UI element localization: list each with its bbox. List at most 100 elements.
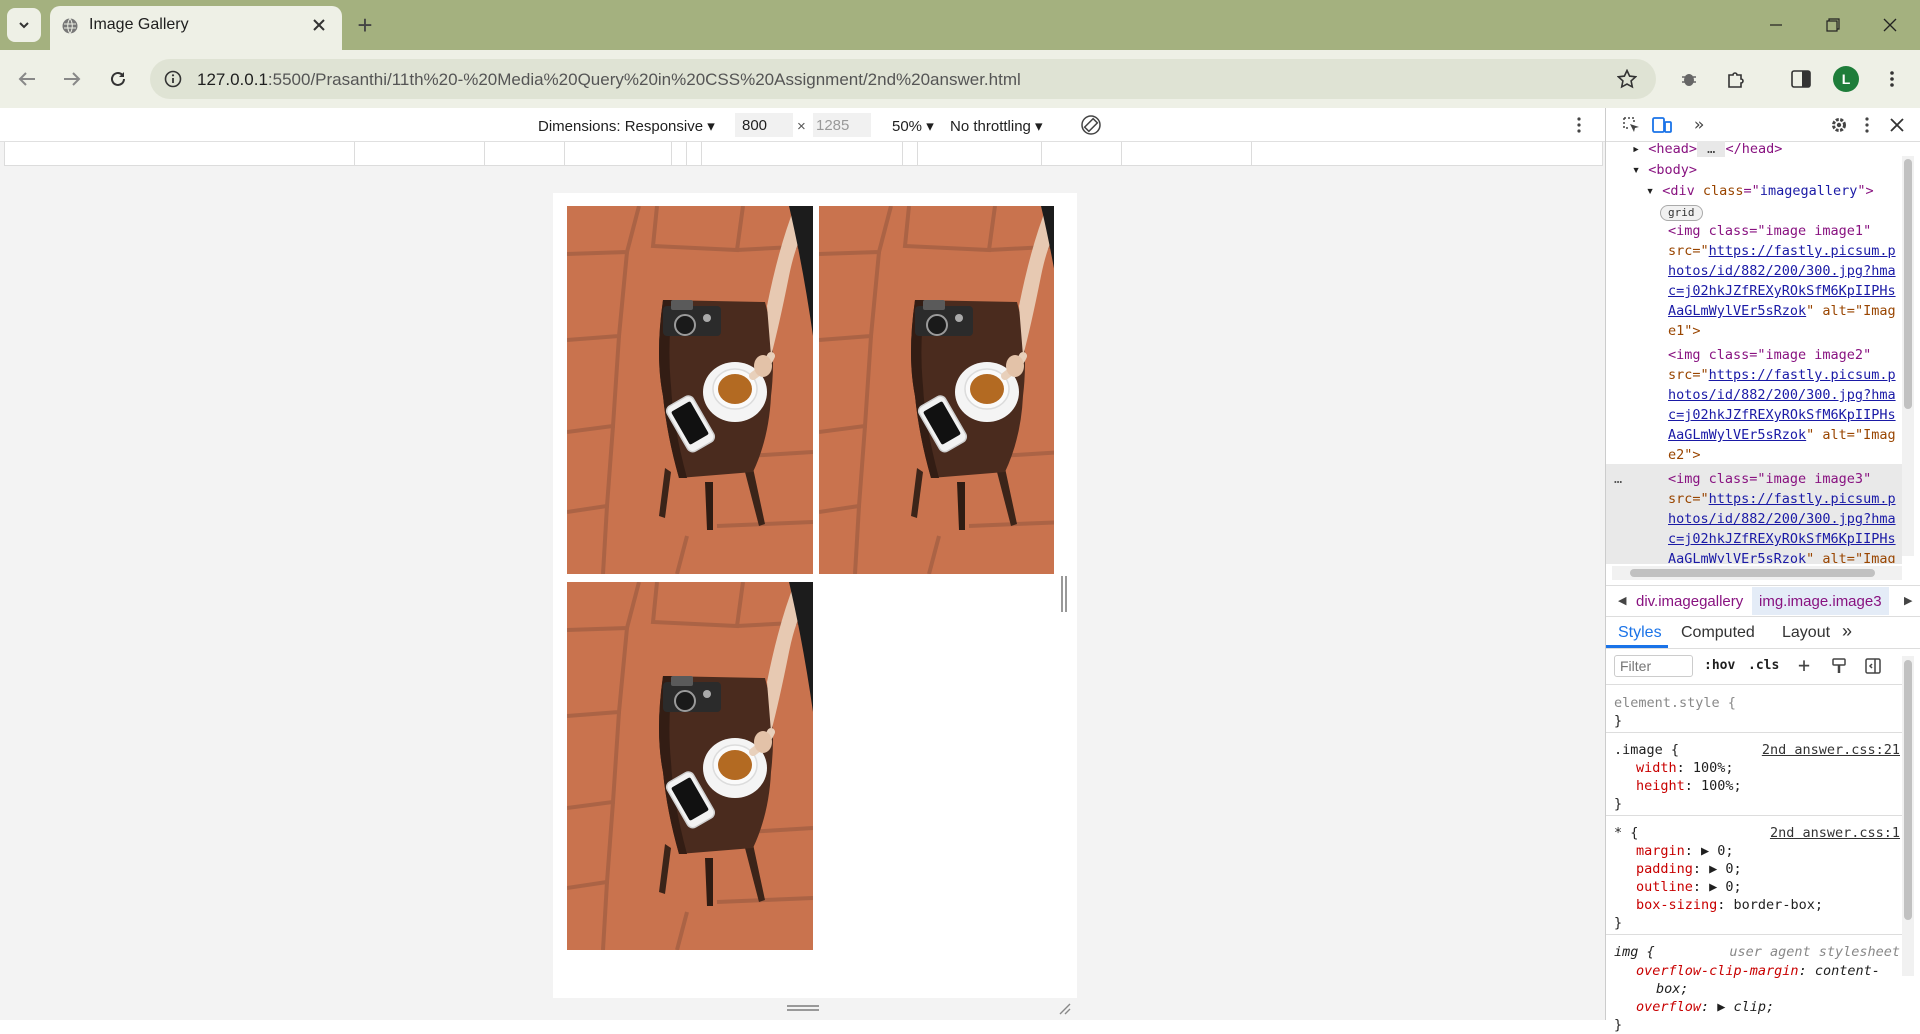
cls-toggle[interactable]: .cls: [1748, 658, 1779, 673]
prop-outline[interactable]: outline: ▶ 0;: [1636, 878, 1742, 896]
img3-src-link[interactable]: https://fastly.picsum.p: [1709, 491, 1896, 507]
prop-margin[interactable]: margin: ▶ 0;: [1636, 842, 1734, 860]
back-icon[interactable]: [12, 66, 42, 92]
img3-src-link-2[interactable]: hotos/id/882/200/300.jpg?hma: [1668, 509, 1896, 529]
img3-src-link-4[interactable]: AaGLmWylVEr5sRzok: [1668, 551, 1806, 563]
close-window-icon[interactable]: [1870, 12, 1910, 38]
height-input[interactable]: 1285: [816, 117, 849, 134]
img1-alt-end: e1">: [1668, 323, 1701, 339]
breadcrumb-left-icon[interactable]: ◀: [1618, 594, 1626, 607]
dimensions-label: Dimensions: Responsive: [538, 118, 704, 135]
elements-vertical-scrollbar[interactable]: [1902, 156, 1914, 556]
prop-padding[interactable]: padding: ▶ 0;: [1636, 860, 1742, 878]
styles-filter-input[interactable]: [1614, 655, 1693, 677]
paint-brush-icon[interactable]: [1829, 656, 1849, 676]
new-style-rule-icon[interactable]: +: [1798, 653, 1810, 677]
toggle-sidebar-icon[interactable]: [1863, 656, 1883, 676]
reload-icon[interactable]: [103, 66, 133, 92]
rule-img-selector[interactable]: img {: [1614, 943, 1655, 961]
rotate-icon[interactable]: [1078, 113, 1104, 137]
prop-width-value: 100%;: [1692, 760, 1734, 776]
prop-width-name: width: [1636, 760, 1677, 776]
restore-icon[interactable]: [1813, 12, 1853, 38]
url-text[interactable]: 127.0.0.1:5500/Prasanthi/11th%20-%20Medi…: [197, 70, 1021, 90]
more-panels-icon[interactable]: »: [1688, 114, 1710, 136]
div-tag: <div: [1662, 183, 1703, 199]
site-info-icon[interactable]: [160, 66, 186, 92]
dimensions-dropdown[interactable]: Dimensions: Responsive ▾: [538, 117, 715, 135]
prop-box-sizing[interactable]: box-sizing: border-box;: [1636, 896, 1823, 914]
rule-universal-source[interactable]: 2nd answer.css:1: [1770, 824, 1900, 842]
forward-icon[interactable]: [57, 66, 87, 92]
width-input[interactable]: 800: [742, 117, 767, 134]
prop-height-value: 100%;: [1701, 778, 1742, 794]
tab-styles[interactable]: Styles: [1618, 624, 1662, 642]
prop-width[interactable]: width: 100%;: [1636, 759, 1734, 777]
imagegallery-node[interactable]: ▾ <div class="imagegallery">: [1646, 181, 1874, 201]
extensions-puzzle-icon[interactable]: [1722, 66, 1750, 92]
profile-avatar[interactable]: L: [1833, 66, 1859, 92]
extension-bug-icon[interactable]: [1675, 66, 1703, 92]
chevron-down-icon: [19, 22, 29, 29]
prop-overflow-value: ▶ clip;: [1717, 999, 1775, 1015]
breadcrumb-item-image3[interactable]: img.image.image3: [1752, 587, 1889, 615]
body-open-tag: <body>: [1648, 162, 1698, 178]
settings-gear-icon[interactable]: [1828, 114, 1850, 136]
device-more-icon[interactable]: [1572, 113, 1586, 137]
img1-src-link-3[interactable]: c=j02hkJZfREXyROkSfM6KpIIPHs: [1668, 281, 1896, 301]
body-node[interactable]: ▾ <body>: [1632, 160, 1697, 180]
devtools-menu-icon[interactable]: [1858, 114, 1876, 136]
rule-universal-selector[interactable]: * {: [1614, 824, 1638, 842]
styles-vertical-scrollbar[interactable]: [1902, 656, 1914, 976]
prop-outline-value: ▶ 0;: [1709, 879, 1742, 895]
close-tab-icon[interactable]: [308, 14, 330, 36]
node-dots[interactable]: …: [1614, 469, 1622, 489]
img1-src-link-4[interactable]: AaGLmWylVEr5sRzok: [1668, 303, 1806, 319]
element-style-selector[interactable]: element.style {: [1614, 694, 1736, 712]
breadcrumb-right-icon[interactable]: ▶: [1904, 594, 1912, 607]
viewport-right-resize-handle[interactable]: [1061, 576, 1067, 612]
class-attr: class: [1702, 183, 1744, 199]
close-devtools-icon[interactable]: [1886, 114, 1908, 136]
tab-computed[interactable]: Computed: [1681, 624, 1755, 642]
browser-menu-icon[interactable]: [1882, 66, 1902, 92]
img3-tag: <img class="image image3": [1668, 471, 1872, 487]
img3-src-link-3[interactable]: c=j02hkJZfREXyROkSfM6KpIIPHs: [1668, 529, 1896, 549]
media-query-ruler[interactable]: [4, 142, 1603, 166]
img2-src-link-3[interactable]: c=j02hkJZfREXyROkSfM6KpIIPHs: [1668, 405, 1896, 425]
prop-ocm-value: content-: [1814, 963, 1880, 979]
viewport-corner-resize-icon[interactable]: [1056, 1000, 1072, 1016]
viewport-bottom-resize-handle[interactable]: [787, 1005, 819, 1011]
tab-layout[interactable]: Layout: [1782, 624, 1830, 642]
inspect-element-icon[interactable]: [1620, 114, 1642, 136]
img2-src-link-4[interactable]: AaGLmWylVEr5sRzok: [1668, 427, 1806, 443]
breadcrumb-item-imagegallery[interactable]: div.imagegallery: [1636, 593, 1743, 610]
minimize-icon[interactable]: [1756, 12, 1796, 38]
img1-src-link-2[interactable]: hotos/id/882/200/300.jpg?hma: [1668, 261, 1896, 281]
gallery-image-2: [819, 206, 1054, 574]
head-node[interactable]: ▸ <head> … </head>: [1632, 139, 1782, 159]
hov-toggle[interactable]: :hov: [1704, 658, 1735, 673]
prop-box-sizing-value: border-box;: [1733, 897, 1823, 913]
side-panel-icon[interactable]: [1787, 66, 1815, 92]
img2-src-link[interactable]: https://fastly.picsum.p: [1709, 367, 1896, 383]
new-tab-button[interactable]: +: [350, 10, 380, 40]
grid-badge[interactable]: grid: [1660, 205, 1703, 221]
zoom-dropdown[interactable]: 50% ▾: [892, 117, 934, 135]
more-subtabs-icon[interactable]: »: [1842, 621, 1852, 642]
device-toggle-icon[interactable]: [1650, 114, 1674, 136]
coffee-table-photo-2: [819, 206, 1054, 574]
img1-src-link[interactable]: https://fastly.picsum.p: [1709, 243, 1896, 259]
bookmark-star-icon[interactable]: [1613, 66, 1641, 92]
rule-image-source[interactable]: 2nd answer.css:21: [1762, 741, 1900, 759]
rule-image-selector[interactable]: .image {: [1614, 741, 1679, 759]
coffee-table-photo-1: [567, 206, 813, 574]
tab-search-button[interactable]: [7, 8, 41, 42]
img1-src-attr: src=": [1668, 243, 1709, 259]
prop-height[interactable]: height: 100%;: [1636, 777, 1742, 795]
img2-src-link-2[interactable]: hotos/id/882/200/300.jpg?hma: [1668, 385, 1896, 405]
elements-horizontal-scrollbar[interactable]: [1612, 566, 1902, 580]
throttling-dropdown[interactable]: No throttling ▾: [950, 117, 1043, 135]
prop-overflow-name: overflow: [1636, 999, 1702, 1015]
devtools-toolbar: »: [1606, 108, 1920, 142]
